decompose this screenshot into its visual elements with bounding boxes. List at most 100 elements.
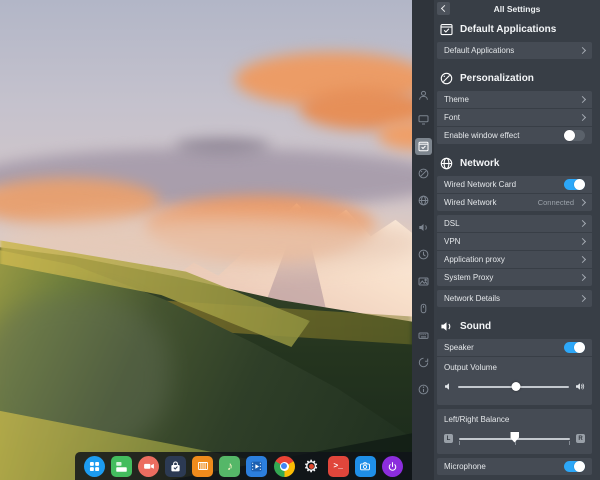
file-manager-icon[interactable] bbox=[111, 456, 132, 477]
network-group-3: Network Details bbox=[437, 290, 592, 307]
row-dsl[interactable]: DSL bbox=[437, 215, 592, 232]
movie-player-icon[interactable] bbox=[246, 456, 267, 477]
toggle-knob bbox=[574, 179, 585, 190]
cloud bbox=[175, 138, 270, 154]
volume-slider[interactable] bbox=[458, 386, 569, 388]
section-sound: Sound bbox=[440, 319, 592, 333]
row-system-proxy[interactable]: System Proxy bbox=[437, 269, 592, 286]
balance-slider-knob[interactable] bbox=[510, 432, 519, 443]
speaker-toggle[interactable] bbox=[564, 342, 585, 353]
default-applications-group: Default Applications bbox=[437, 42, 592, 59]
row-label: Application proxy bbox=[444, 255, 580, 264]
user-accounts-icon[interactable] bbox=[418, 90, 429, 101]
slider-label: Output Volume bbox=[444, 363, 585, 375]
row-application-proxy[interactable]: Application proxy bbox=[437, 251, 592, 268]
personalization-group: Theme Font Enable window effect bbox=[437, 91, 592, 144]
sound-group-3: Microphone bbox=[437, 458, 592, 475]
balance-right-badge: R bbox=[576, 434, 585, 443]
chevron-right-icon bbox=[579, 47, 586, 54]
default-applications-icon[interactable] bbox=[415, 138, 432, 155]
system-info-icon[interactable] bbox=[418, 384, 429, 395]
balance-left-badge: L bbox=[444, 434, 453, 443]
window-effect-toggle[interactable] bbox=[564, 130, 585, 141]
row-label: Theme bbox=[444, 95, 580, 104]
section-personalization: Personalization bbox=[440, 71, 592, 85]
sound-group-1: Speaker Output Volume bbox=[437, 339, 592, 405]
row-enable-window-effect: Enable window effect bbox=[437, 127, 592, 144]
volume-max-icon[interactable] bbox=[575, 382, 585, 391]
datetime-icon[interactable] bbox=[418, 249, 429, 260]
settings-nav-rail bbox=[412, 0, 434, 480]
volume-slider-knob[interactable] bbox=[511, 382, 520, 391]
shutdown-icon[interactable] bbox=[382, 456, 403, 477]
personalization-section-icon bbox=[440, 72, 453, 85]
row-label: Microphone bbox=[444, 462, 564, 471]
chevron-right-icon bbox=[579, 220, 586, 227]
row-vpn[interactable]: VPN bbox=[437, 233, 592, 250]
back-button[interactable] bbox=[437, 2, 450, 15]
toggle-knob bbox=[574, 342, 585, 353]
system-update-icon[interactable] bbox=[418, 357, 429, 368]
launcher-icon[interactable] bbox=[84, 456, 105, 477]
section-title: Personalization bbox=[460, 73, 534, 84]
row-label: Enable window effect bbox=[444, 131, 564, 140]
wired-network-card-toggle[interactable] bbox=[564, 179, 585, 190]
row-label: Font bbox=[444, 113, 580, 122]
section-title: Sound bbox=[460, 321, 491, 332]
screenshot-icon[interactable] bbox=[355, 456, 376, 477]
chevron-left-icon bbox=[441, 5, 448, 12]
row-wired-network-card: Wired Network Card bbox=[437, 176, 592, 193]
row-label: Speaker bbox=[444, 343, 564, 352]
display-icon[interactable] bbox=[418, 114, 429, 125]
wallpaper-icon[interactable] bbox=[418, 276, 429, 287]
row-font[interactable]: Font bbox=[437, 109, 592, 126]
chrome-browser-icon[interactable] bbox=[274, 456, 295, 477]
default-applications-section-icon bbox=[440, 23, 453, 36]
network-icon[interactable] bbox=[418, 195, 429, 206]
sound-section-icon bbox=[440, 320, 453, 333]
keyboard-icon[interactable] bbox=[418, 330, 429, 341]
control-center-icon[interactable]: ⚙ bbox=[301, 456, 322, 477]
row-theme[interactable]: Theme bbox=[437, 91, 592, 108]
app-store-icon[interactable] bbox=[165, 456, 186, 477]
chevron-right-icon bbox=[579, 274, 586, 281]
panel-header: All Settings bbox=[434, 0, 600, 17]
camera-icon[interactable] bbox=[138, 456, 159, 477]
panel-title: All Settings bbox=[494, 4, 541, 14]
row-microphone: Microphone bbox=[437, 458, 592, 475]
section-title: Default Applications bbox=[460, 24, 556, 35]
section-network: Network bbox=[440, 156, 592, 170]
mouse-icon[interactable] bbox=[418, 303, 429, 314]
row-output-volume: Output Volume bbox=[437, 357, 592, 405]
sound-group-2: Left/Right Balance L R bbox=[437, 409, 592, 454]
music-note-icon[interactable]: ♪ bbox=[219, 456, 240, 477]
chevron-right-icon bbox=[579, 96, 586, 103]
balance-slider[interactable] bbox=[459, 438, 570, 440]
music-box-icon[interactable] bbox=[192, 456, 213, 477]
personalization-icon[interactable] bbox=[418, 168, 429, 179]
status-text: Connected bbox=[538, 198, 574, 207]
row-label: Network Details bbox=[444, 294, 580, 303]
row-network-details[interactable]: Network Details bbox=[437, 290, 592, 307]
desktop: ♪ ⚙ >_ bbox=[0, 0, 600, 480]
row-label: Default Applications bbox=[444, 46, 580, 55]
control-center-panel: All Settings Default Applications Defaul… bbox=[412, 0, 600, 480]
sound-icon[interactable] bbox=[418, 222, 429, 233]
dock: ♪ ⚙ >_ bbox=[75, 452, 412, 480]
chevron-right-icon bbox=[579, 295, 586, 302]
volume-min-icon[interactable] bbox=[444, 382, 452, 391]
slider-label: Left/Right Balance bbox=[444, 415, 585, 427]
terminal-icon[interactable]: >_ bbox=[328, 456, 349, 477]
row-label: System Proxy bbox=[444, 273, 580, 282]
row-label: DSL bbox=[444, 219, 580, 228]
toggle-knob bbox=[564, 130, 575, 141]
settings-content: All Settings Default Applications Defaul… bbox=[434, 0, 600, 480]
microphone-toggle[interactable] bbox=[564, 461, 585, 472]
network-group-2: DSL VPN Application proxy System Proxy bbox=[437, 215, 592, 286]
row-label: VPN bbox=[444, 237, 580, 246]
section-default-applications: Default Applications bbox=[440, 22, 592, 36]
section-title: Network bbox=[460, 158, 499, 169]
row-default-applications[interactable]: Default Applications bbox=[437, 42, 592, 59]
row-wired-network[interactable]: Wired Network Connected bbox=[437, 194, 592, 211]
tick-mark bbox=[459, 441, 460, 445]
